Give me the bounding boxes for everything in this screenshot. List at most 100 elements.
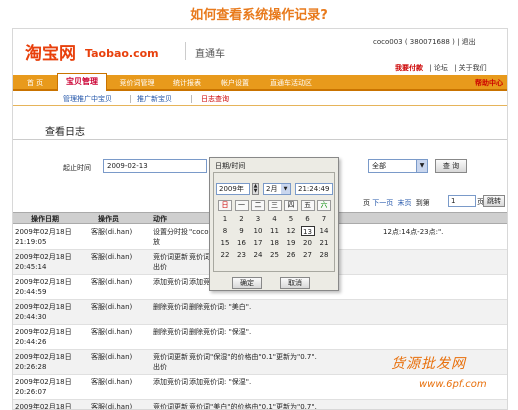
row-operator: 客服(di.han) bbox=[91, 353, 133, 361]
watermark-url: www.6pf.com bbox=[419, 379, 487, 390]
row-description: 竞价词"美白"的价格由"0.1"更新为"0.7". bbox=[189, 403, 317, 410]
row-action: 添加竞价词 bbox=[153, 278, 188, 286]
calendar-day[interactable]: 8 bbox=[218, 226, 232, 236]
row-operator: 客服(di.han) bbox=[91, 278, 133, 286]
calendar-day[interactable]: 20 bbox=[301, 238, 315, 248]
datetime-picker-title: 日期/时间 bbox=[215, 162, 246, 170]
date-range-label: 起止时间 bbox=[63, 164, 91, 172]
calendar-day[interactable]: 6 bbox=[301, 214, 315, 224]
nav-item-home[interactable]: 首 页 bbox=[19, 75, 51, 91]
picker-ok-button[interactable]: 确定 bbox=[232, 277, 262, 289]
page-number-input[interactable]: 1 bbox=[448, 195, 476, 207]
top-link-pay[interactable]: 我要付款 bbox=[395, 64, 423, 72]
row-date: 2009年02月18日 20:44:30 bbox=[15, 303, 72, 321]
calendar-day[interactable]: 14 bbox=[317, 226, 331, 236]
nav-item-activities[interactable]: 直通车活动区 bbox=[261, 75, 321, 91]
taobao-logo[interactable]: 淘宝网 bbox=[25, 39, 76, 64]
column-header-action: 动作 bbox=[153, 215, 167, 223]
nav-item-item-management[interactable]: 宝贝管理 bbox=[57, 73, 107, 91]
calendar-day[interactable]: 11 bbox=[268, 226, 282, 236]
pager-next[interactable]: 下一页 bbox=[372, 199, 393, 207]
calendar-day[interactable]: 21 bbox=[317, 238, 331, 248]
subnav-divider bbox=[191, 95, 192, 103]
main-nav: 首 页 宝贝管理 竞价词管理 统计报表 帐户设置 直通车活动区 帮助中心 bbox=[13, 73, 507, 91]
row-operator: 客服(di.han) bbox=[91, 253, 133, 261]
calendar-day[interactable]: 5 bbox=[284, 214, 298, 224]
row-date: 2009年02月18日 20:44:26 bbox=[15, 328, 72, 346]
row-operator: 客服(di.han) bbox=[91, 303, 133, 311]
calendar-day[interactable]: 22 bbox=[218, 250, 232, 260]
date-input[interactable]: 2009-02-13 bbox=[103, 159, 207, 173]
calendar-day[interactable]: 2 bbox=[235, 214, 249, 224]
weekday-header: 日 bbox=[218, 200, 232, 211]
weekday-header: 三 bbox=[267, 200, 282, 211]
calendar-day[interactable]: 19 bbox=[284, 238, 298, 248]
chevron-down-icon[interactable]: ▼ bbox=[416, 160, 427, 172]
section-title: 查看日志 bbox=[45, 127, 85, 138]
logo-divider bbox=[185, 42, 186, 60]
calendar-day[interactable]: 4 bbox=[268, 214, 282, 224]
picker-cancel-button[interactable]: 取消 bbox=[280, 277, 310, 289]
nav-item-keyword-management[interactable]: 竞价词管理 bbox=[111, 75, 163, 91]
calendar-day[interactable]: 1 bbox=[218, 214, 232, 224]
user-info[interactable]: coco003 ( 380071688 ) | 退出 bbox=[373, 37, 476, 47]
calendar-day[interactable]: 18 bbox=[268, 238, 282, 248]
row-action: 竞价词更新出价 bbox=[153, 253, 188, 271]
taobao-logo-en[interactable]: Taobao.com bbox=[85, 47, 159, 60]
row-action: 添加竞价词 bbox=[153, 378, 188, 386]
column-header-operator: 操作员 bbox=[98, 215, 119, 223]
row-date: 2009年02月18日 20:09:14 bbox=[15, 403, 72, 410]
query-button[interactable]: 查 询 bbox=[435, 159, 467, 173]
subnav-item-new[interactable]: 推广新宝贝 bbox=[137, 94, 172, 104]
type-select[interactable]: 全部 ▼ bbox=[368, 159, 428, 173]
column-header-date: 操作日期 bbox=[31, 215, 59, 223]
row-date: 2009年02月18日 20:44:59 bbox=[15, 278, 72, 296]
row-operator: 客服(di.han) bbox=[91, 328, 133, 336]
calendar-day[interactable]: 16 bbox=[235, 238, 249, 248]
pager-text-page: 页 bbox=[363, 199, 370, 207]
calendar-day[interactable]: 24 bbox=[251, 250, 265, 260]
datetime-picker: 日期/时间 2009年 ▲ ▼ 2月 ▼ 21:24:49 日一二三四五六1234… bbox=[209, 157, 339, 291]
calendar-day[interactable]: 26 bbox=[284, 250, 298, 260]
subnav-divider bbox=[130, 95, 131, 103]
calendar-day[interactable]: 9 bbox=[235, 226, 249, 236]
calendar-day[interactable]: 3 bbox=[251, 214, 265, 224]
weekday-header: 六 bbox=[317, 200, 331, 211]
row-action: 竞价词更新出价 bbox=[153, 403, 188, 410]
calendar-day[interactable]: 13 bbox=[300, 226, 315, 236]
top-link-about[interactable]: | 关于我们 bbox=[454, 64, 487, 72]
row-operator: 客服(di.han) bbox=[91, 378, 133, 386]
time-input[interactable]: 21:24:49 bbox=[295, 183, 333, 195]
subnav-item-log[interactable]: 日志查询 bbox=[201, 94, 229, 104]
pager-goto-label: 到第 bbox=[415, 199, 430, 207]
help-center-link[interactable]: 帮助中心 bbox=[475, 75, 503, 91]
chevron-down-icon[interactable]: ▼ bbox=[281, 184, 290, 194]
calendar-day[interactable]: 10 bbox=[251, 226, 265, 236]
row-action: 竞价词更新出价 bbox=[153, 353, 188, 371]
table-row: 2009年02月18日 20:44:30 客服(di.han) 删除竞价词 删除竞价词… bbox=[13, 300, 507, 325]
top-link-forum[interactable]: | 论坛 bbox=[429, 64, 448, 72]
calendar-day[interactable]: 27 bbox=[301, 250, 315, 260]
calendar-day[interactable]: 28 bbox=[317, 250, 331, 260]
nav-item-reports[interactable]: 统计报表 bbox=[165, 75, 209, 91]
subnav-item-manage[interactable]: 管理推广中宝贝 bbox=[63, 94, 112, 104]
jump-button[interactable]: 跳转 bbox=[483, 195, 505, 207]
calendar-day[interactable]: 17 bbox=[251, 238, 265, 248]
calendar-day[interactable]: 15 bbox=[218, 238, 232, 248]
row-action: 删除竞价词 bbox=[153, 303, 188, 311]
weekday-header: 四 bbox=[284, 200, 298, 211]
page-title: 如何查看系统操作记录? bbox=[190, 8, 328, 23]
sub-nav: 管理推广中宝贝 推广新宝贝 日志查询 bbox=[13, 92, 507, 106]
year-input[interactable]: 2009年 bbox=[216, 183, 250, 195]
calendar-day[interactable]: 25 bbox=[268, 250, 282, 260]
nav-item-account-settings[interactable]: 帐户设置 bbox=[213, 75, 257, 91]
pager-last[interactable]: 末页 bbox=[397, 199, 411, 207]
watermark-text: 货源批发网 bbox=[391, 356, 466, 372]
calendar-day[interactable]: 23 bbox=[235, 250, 249, 260]
calendar-day[interactable]: 7 bbox=[317, 214, 331, 224]
weekday-header: 二 bbox=[251, 200, 265, 211]
row-operator: 客服(di.han) bbox=[91, 403, 133, 410]
calendar-day[interactable]: 12 bbox=[284, 226, 298, 236]
month-select[interactable]: 2月 ▼ bbox=[263, 183, 291, 195]
year-spinner[interactable]: ▲ ▼ bbox=[252, 183, 259, 195]
